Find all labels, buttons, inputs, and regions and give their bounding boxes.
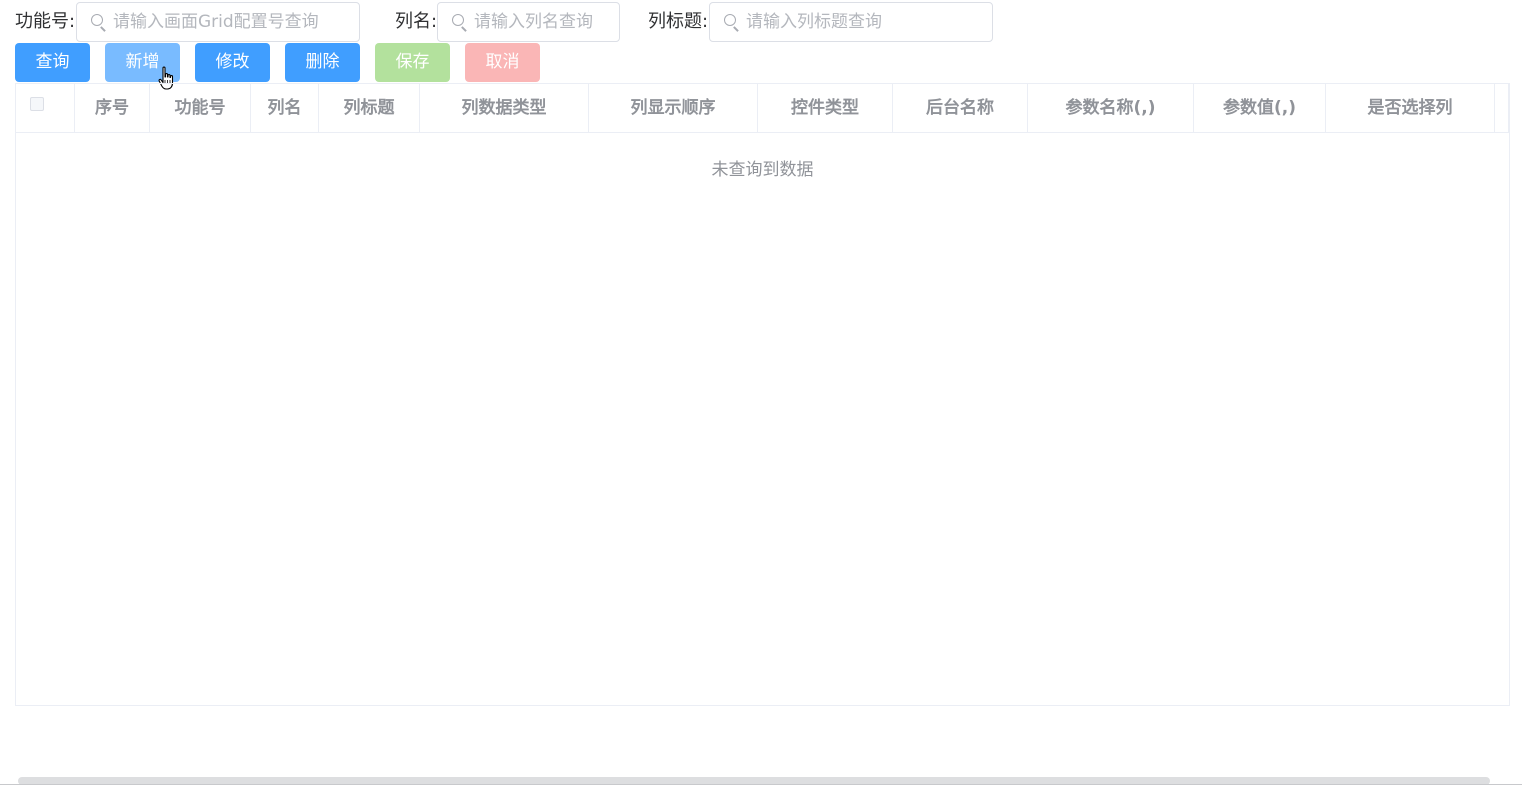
column-title-input[interactable] <box>746 3 984 41</box>
header-cell[interactable]: 列数据类型 <box>420 84 589 132</box>
add-button[interactable]: 新增 <box>105 43 180 82</box>
header-cell[interactable]: 是否选择列 <box>1326 84 1495 132</box>
column-title-field[interactable] <box>709 2 993 42</box>
table-header: 序号 功能号 列名 列标题 列数据类型 列显示顺序 控件类型 后台名称 参数名称… <box>16 84 1509 133</box>
header-cell[interactable]: 控件类型 <box>758 84 893 132</box>
header-cell-gutter <box>1495 84 1509 132</box>
search-bar: 功能号: 列名: 列标题: <box>0 2 1000 42</box>
search-icon <box>91 14 103 26</box>
select-all-checkbox[interactable] <box>30 97 44 111</box>
column-name-input[interactable] <box>474 3 611 41</box>
header-select-all <box>16 84 75 132</box>
column-name-label: 列名: <box>395 11 438 32</box>
function-no-field[interactable] <box>76 2 360 42</box>
column-name-field[interactable] <box>437 2 620 42</box>
data-table: 序号 功能号 列名 列标题 列数据类型 列显示顺序 控件类型 后台名称 参数名称… <box>15 83 1510 706</box>
search-icon <box>452 14 464 26</box>
function-no-input[interactable] <box>113 3 351 41</box>
header-cell[interactable]: 列标题 <box>319 84 420 132</box>
cancel-button[interactable]: 取消 <box>465 43 540 82</box>
function-no-label: 功能号: <box>15 11 76 32</box>
query-button[interactable]: 查询 <box>15 43 90 82</box>
save-button[interactable]: 保存 <box>375 43 450 82</box>
page: 功能号: 列名: 列标题: 查询 新增 修改 删除 保存 取消 <box>0 0 1522 785</box>
header-cell[interactable]: 后台名称 <box>893 84 1028 132</box>
header-cell[interactable]: 序号 <box>75 84 150 132</box>
header-cell[interactable]: 列名 <box>251 84 319 132</box>
header-cell[interactable]: 列显示顺序 <box>589 84 758 132</box>
delete-button[interactable]: 删除 <box>285 43 360 82</box>
column-title-label: 列标题: <box>648 11 709 32</box>
empty-state-text: 未查询到数据 <box>711 160 814 180</box>
header-cell[interactable]: 参数名称(,) <box>1028 84 1194 132</box>
header-cell[interactable]: 参数值(,) <box>1194 84 1326 132</box>
search-icon <box>724 14 736 26</box>
header-cell[interactable]: 功能号 <box>150 84 251 132</box>
edit-button[interactable]: 修改 <box>195 43 270 82</box>
toolbar: 查询 新增 修改 删除 保存 取消 <box>0 43 600 82</box>
